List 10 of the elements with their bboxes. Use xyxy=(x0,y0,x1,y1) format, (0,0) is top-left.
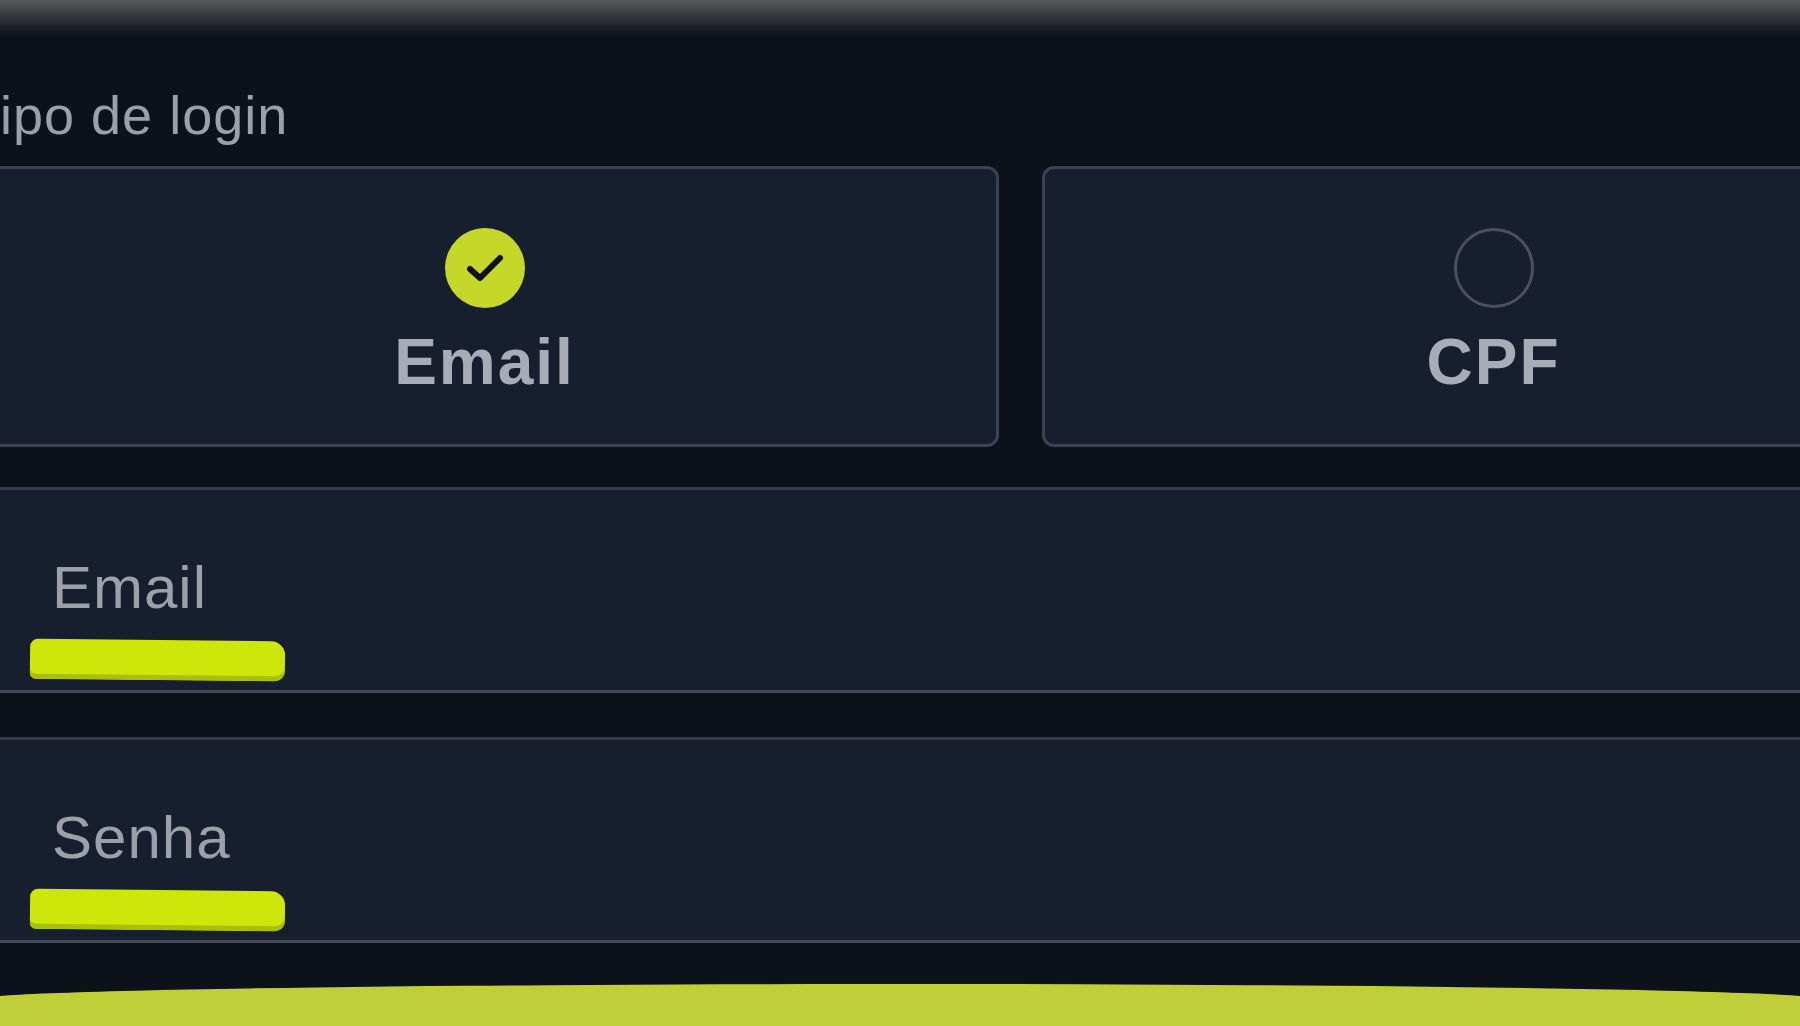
option-label: Email xyxy=(394,329,575,394)
field-label: Email xyxy=(52,558,208,618)
login-type-option[interactable]: Email xyxy=(0,166,999,447)
option-label: CPF xyxy=(1426,329,1561,394)
radio-circle-icon[interactable] xyxy=(1453,227,1534,308)
field-label: Senha xyxy=(52,808,231,868)
login-type-option[interactable]: CPF xyxy=(1042,166,1800,447)
input-field[interactable]: Senha xyxy=(0,737,1800,943)
button-edge[interactable] xyxy=(0,984,1800,1026)
input-field[interactable]: Email xyxy=(0,487,1800,693)
